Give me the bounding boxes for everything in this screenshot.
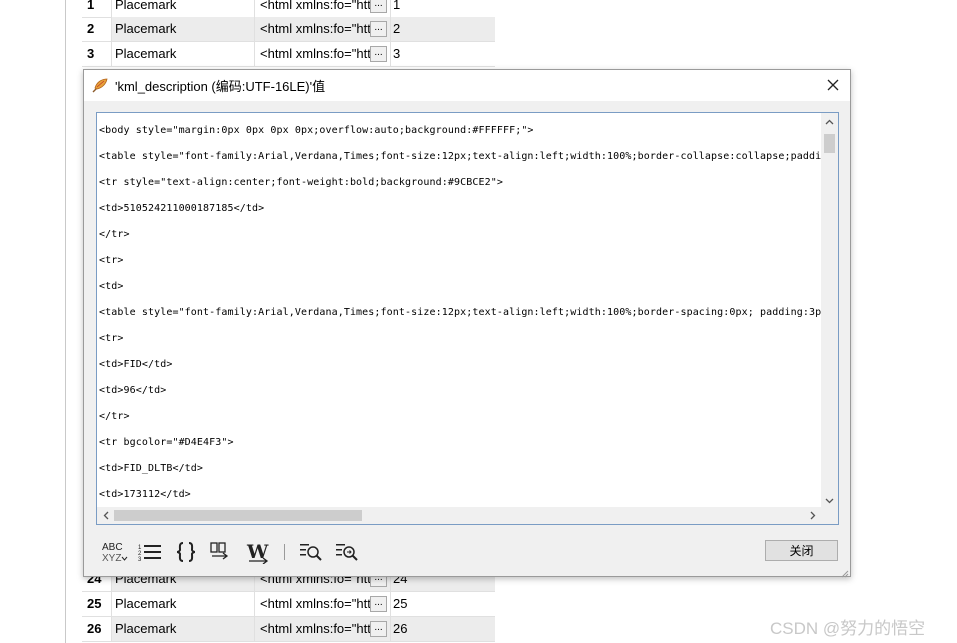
word-wrap-icon[interactable] (204, 538, 240, 566)
vertical-scrollbar[interactable] (821, 113, 838, 509)
scroll-up-icon[interactable] (821, 113, 838, 130)
table-row[interactable]: 1 Placemark <html xmlns:fo="htt... 1 (82, 0, 495, 18)
number-cell[interactable]: 3 (391, 42, 495, 66)
description-cell[interactable]: <html xmlns:fo="htt... (255, 0, 391, 17)
row-index: 26 (82, 617, 112, 641)
number-cell[interactable]: 26 (391, 617, 495, 641)
svg-text:3: 3 (138, 557, 142, 562)
code-line: <td>96</td> (99, 385, 167, 396)
sort-abc-icon[interactable]: ABC XYZ (96, 538, 132, 566)
toolbar-separator (284, 544, 285, 560)
description-cell[interactable]: <html xmlns:fo="htt... (255, 592, 391, 616)
code-line: <td> (99, 281, 124, 292)
watermark: CSDN @努力的悟空 (770, 619, 926, 638)
description-text: <html xmlns:fo="htt (260, 596, 371, 611)
dialog-title: 'kml_description (编码:UTF-16LE)'值 (115, 79, 326, 94)
close-button[interactable]: 关闭 (765, 540, 838, 561)
code-line: <tr> (99, 333, 124, 344)
description-cell[interactable]: <html xmlns:fo="htt... (255, 42, 391, 66)
code-line: <td>510524211000187185</td> (99, 203, 265, 214)
description-text: <html xmlns:fo="htt (260, 0, 371, 12)
scroll-right-icon[interactable] (804, 507, 821, 524)
horizontal-scrollbar[interactable] (97, 507, 838, 524)
dialog-titlebar[interactable]: 'kml_description (编码:UTF-16LE)'值 (84, 70, 850, 101)
code-line: <tr style="text-align:center;font-weight… (99, 177, 503, 188)
table-row[interactable]: 2 Placemark <html xmlns:fo="htt... 2 (82, 17, 495, 42)
row-index: 3 (82, 42, 112, 66)
description-cell[interactable]: <html xmlns:fo="htt... (255, 17, 391, 41)
code-line: <table style="font-family:Arial,Verdana,… (99, 151, 821, 162)
name-cell[interactable]: Placemark (112, 42, 255, 66)
ellipsis-button[interactable]: ... (370, 46, 387, 62)
description-cell[interactable]: <html xmlns:fo="htt... (255, 617, 391, 641)
name-cell[interactable]: Placemark (112, 17, 255, 41)
number-cell[interactable]: 25 (391, 592, 495, 616)
number-cell[interactable]: 2 (391, 17, 495, 41)
code-line: <tr> (99, 255, 124, 266)
svg-text:ABC: ABC (102, 542, 123, 553)
description-text: <html xmlns:fo="htt (260, 21, 371, 36)
find-icon[interactable] (293, 538, 329, 566)
resize-grip-icon[interactable] (839, 565, 849, 578)
svg-text:XYZ: XYZ (102, 553, 121, 564)
code-line: <body style="margin:0px 0px 0px 0px;over… (99, 125, 534, 136)
description-text: <html xmlns:fo="htt (260, 621, 371, 636)
ellipsis-button[interactable]: ... (370, 596, 387, 612)
line-numbers-icon[interactable]: 1 2 3 (132, 538, 168, 566)
code-line: <td>FID_DLTB</td> (99, 463, 204, 474)
horizontal-scroll-thumb[interactable] (114, 510, 362, 521)
name-cell[interactable]: Placemark (112, 0, 255, 17)
word-icon[interactable]: W (240, 538, 276, 566)
description-text: <html xmlns:fo="htt (260, 46, 371, 61)
table-row[interactable]: 25 Placemark <html xmlns:fo="htt... 25 (82, 592, 495, 617)
code-content[interactable]: <body style="margin:0px 0px 0px 0px;over… (99, 113, 821, 509)
code-line: </tr> (99, 229, 130, 240)
table-row[interactable]: 3 Placemark <html xmlns:fo="htt... 3 (82, 42, 495, 67)
code-line: </tr> (99, 411, 130, 422)
name-cell[interactable]: Placemark (112, 592, 255, 616)
feather-icon (91, 77, 109, 95)
name-cell[interactable]: Placemark (112, 617, 255, 641)
code-viewer[interactable]: <body style="margin:0px 0px 0px 0px;over… (96, 112, 839, 525)
ellipsis-button[interactable]: ... (370, 21, 387, 37)
find-next-icon[interactable] (329, 538, 365, 566)
ellipsis-button[interactable]: ... (370, 0, 387, 13)
number-cell[interactable]: 1 (391, 0, 495, 17)
code-line: <tr bgcolor="#D4E4F3"> (99, 437, 234, 448)
dialog-toolbar: ABC XYZ 1 2 3 W (96, 538, 365, 566)
row-index: 2 (82, 17, 112, 41)
table-left-border (65, 0, 66, 643)
code-line: <table style="font-family:Arial,Verdana,… (99, 307, 821, 318)
close-icon[interactable] (822, 74, 844, 96)
code-line: <td>173112</td> (99, 489, 191, 500)
code-line: <td>FID</td> (99, 359, 173, 370)
table-row[interactable]: 26 Placemark <html xmlns:fo="htt... 26 (82, 617, 495, 642)
ellipsis-button[interactable]: ... (370, 621, 387, 637)
vertical-scroll-thumb[interactable] (824, 134, 835, 153)
row-index: 1 (82, 0, 112, 17)
braces-icon[interactable] (168, 538, 204, 566)
value-dialog: 'kml_description (编码:UTF-16LE)'值 <body s… (83, 69, 851, 578)
scroll-left-icon[interactable] (97, 507, 114, 524)
row-index: 25 (82, 592, 112, 616)
